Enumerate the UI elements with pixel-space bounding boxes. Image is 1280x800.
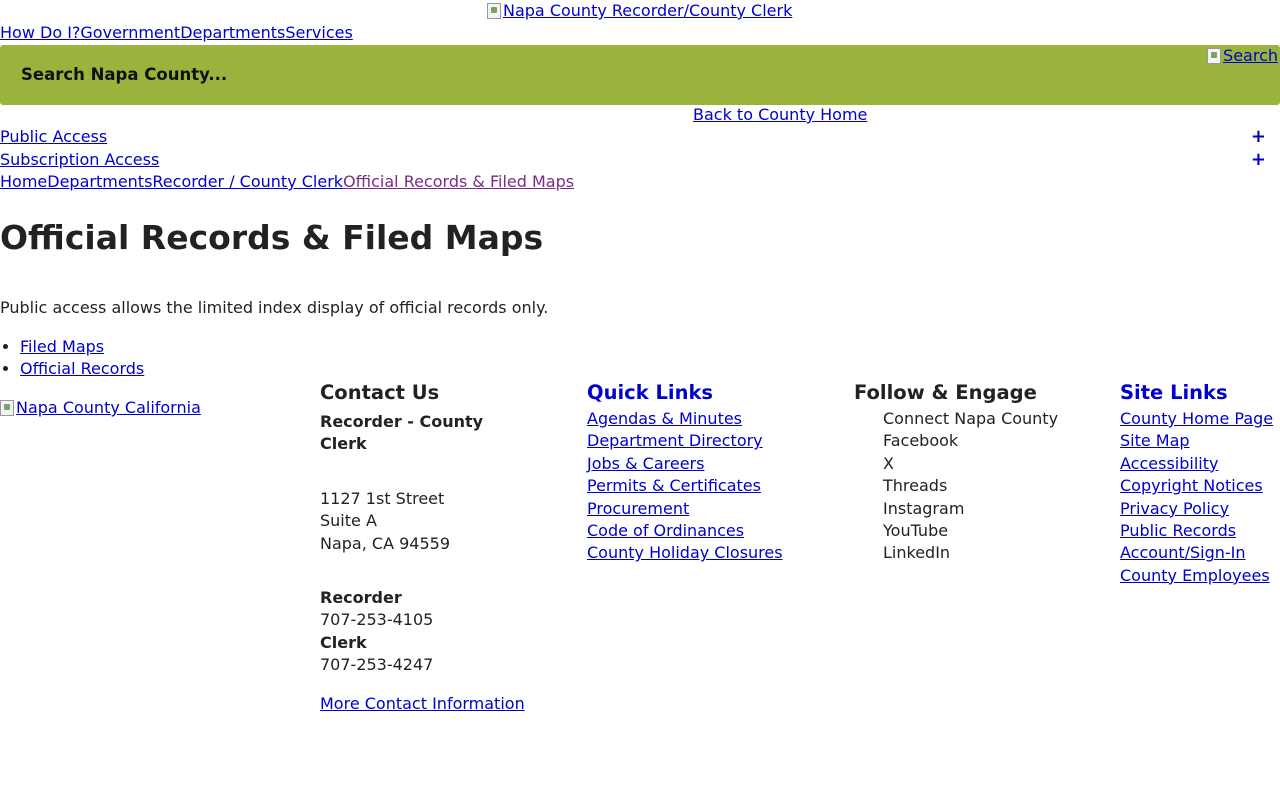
- site-logo-link[interactable]: Napa County Recorder/County Clerk: [487, 0, 792, 22]
- search-button[interactable]: Search: [1207, 45, 1278, 67]
- list-item: Filed Maps: [20, 336, 144, 358]
- search-button-label: Search: [1223, 46, 1278, 65]
- site-link-account-sign-in[interactable]: Account/Sign-In: [1120, 542, 1273, 564]
- social-connect-napa-county[interactable]: Connect Napa County: [854, 408, 1058, 430]
- nav-government[interactable]: Government: [80, 22, 180, 44]
- breadcrumb: Home Departments Recorder / County Clerk…: [0, 171, 574, 193]
- address-line-2: Suite A: [320, 511, 377, 531]
- breadcrumb-departments[interactable]: Departments: [47, 171, 152, 193]
- quick-link-jobs[interactable]: Jobs & Careers: [587, 453, 783, 475]
- site-link-county-employees[interactable]: County Employees: [1120, 565, 1273, 587]
- footer-site-links-column: Site Links County Home Page Site Map Acc…: [1120, 381, 1273, 587]
- logo-image-icon: [487, 3, 501, 19]
- site-link-site-map[interactable]: Site Map: [1120, 430, 1273, 452]
- nav-services[interactable]: Services: [285, 22, 352, 44]
- logo-alt-text: Napa County Recorder/County Clerk: [503, 1, 793, 20]
- search-input[interactable]: Search Napa County...: [21, 64, 227, 86]
- footer-follow-column: Follow & Engage Connect Napa County Face…: [854, 381, 1058, 565]
- clerk-label: Clerk: [320, 632, 367, 652]
- site-link-accessibility[interactable]: Accessibility: [1120, 453, 1273, 475]
- top-navigation: How Do I? Government Departments Service…: [0, 22, 353, 44]
- quick-link-department-directory[interactable]: Department Directory: [587, 430, 783, 452]
- quick-link-holiday-closures[interactable]: County Holiday Closures: [587, 542, 783, 564]
- social-instagram[interactable]: Instagram: [854, 498, 1058, 520]
- filed-maps-link[interactable]: Filed Maps: [20, 337, 104, 356]
- quick-link-code-of-ordinances[interactable]: Code of Ordinances: [587, 520, 783, 542]
- more-contact-info-link[interactable]: More Contact Information: [320, 693, 540, 715]
- site-links-heading[interactable]: Site Links: [1120, 381, 1273, 405]
- site-link-public-records[interactable]: Public Records: [1120, 520, 1273, 542]
- public-access-row: Public Access +: [0, 126, 1280, 148]
- site-link-county-home[interactable]: County Home Page: [1120, 408, 1273, 430]
- records-link-list: Filed Maps Official Records: [0, 336, 144, 380]
- social-threads[interactable]: Threads: [854, 475, 1058, 497]
- site-link-privacy[interactable]: Privacy Policy: [1120, 498, 1273, 520]
- social-facebook[interactable]: Facebook: [854, 430, 1058, 452]
- search-bar: Search Napa County... Search: [0, 45, 1280, 105]
- search-icon: [1207, 48, 1222, 64]
- office-name: Recorder - County Clerk: [320, 412, 484, 454]
- official-records-link[interactable]: Official Records: [20, 359, 144, 378]
- quick-link-procurement[interactable]: Procurement: [587, 498, 783, 520]
- subscription-access-link[interactable]: Subscription Access: [0, 150, 159, 169]
- recorder-label: Recorder: [320, 588, 402, 608]
- quick-link-agendas[interactable]: Agendas & Minutes: [587, 408, 783, 430]
- footer-contact-column: Contact Us Recorder - County Clerk 1127 …: [320, 381, 540, 715]
- list-item: Official Records: [20, 358, 144, 380]
- expand-plus-icon[interactable]: +: [1251, 126, 1266, 148]
- breadcrumb-current-page[interactable]: Official Records & Filed Maps: [343, 171, 574, 193]
- clerk-phone: 707-253-4247: [320, 655, 434, 675]
- public-access-link[interactable]: Public Access: [0, 127, 107, 146]
- quick-link-permits[interactable]: Permits & Certificates: [587, 475, 783, 497]
- follow-heading: Follow & Engage: [854, 381, 1037, 404]
- breadcrumb-recorder-county-clerk[interactable]: Recorder / County Clerk: [152, 171, 343, 193]
- footer-logo-link[interactable]: Napa County California: [0, 397, 201, 419]
- page-title: Official Records & Filed Maps: [0, 218, 544, 257]
- nav-departments[interactable]: Departments: [180, 22, 285, 44]
- social-linkedin[interactable]: LinkedIn: [854, 542, 1058, 564]
- social-youtube[interactable]: YouTube: [854, 520, 1058, 542]
- expand-plus-icon[interactable]: +: [1251, 149, 1266, 171]
- footer-logo-alt-text: Napa County California: [16, 398, 201, 417]
- contact-heading: Contact Us: [320, 381, 440, 404]
- quick-links-heading[interactable]: Quick Links: [587, 381, 783, 405]
- breadcrumb-home[interactable]: Home: [0, 171, 47, 193]
- address-line-1: 1127 1st Street: [320, 488, 445, 508]
- nav-how-do-i[interactable]: How Do I?: [0, 22, 80, 44]
- footer-quick-links-column: Quick Links Agendas & Minutes Department…: [587, 381, 783, 565]
- site-link-copyright[interactable]: Copyright Notices: [1120, 475, 1273, 497]
- address-line-3: Napa, CA 94559: [320, 533, 451, 553]
- social-x[interactable]: X: [854, 453, 1058, 475]
- back-to-county-home-link[interactable]: Back to County Home: [693, 104, 867, 126]
- subscription-access-row: Subscription Access +: [0, 149, 1280, 171]
- recorder-phone: 707-253-4105: [320, 610, 434, 630]
- footer-logo-image-icon: [0, 400, 14, 416]
- intro-text: Public access allows the limited index d…: [0, 298, 549, 317]
